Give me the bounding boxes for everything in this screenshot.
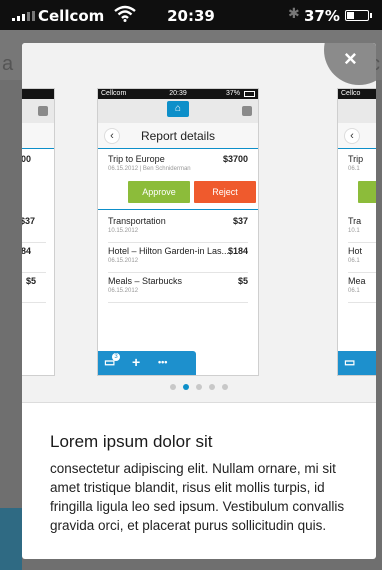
preview-title: Report details: [140, 129, 216, 143]
item-date: 06.1: [348, 258, 360, 264]
comments-badge: 3: [112, 353, 120, 361]
report-name: Trip to Europe: [108, 154, 165, 164]
action-bar: ▭: [338, 351, 376, 375]
item-name: Trip: [348, 154, 364, 164]
bluetooth-icon: ✱: [288, 6, 300, 22]
preview-phone-current[interactable]: Cellcom 20:39 37% ⌂ ‹ Report details Tri…: [98, 89, 258, 375]
more-button[interactable]: •••: [158, 354, 167, 370]
background-panel: [0, 508, 22, 570]
item-name: Hotel – Hilton Garden-in Las...: [108, 246, 230, 256]
background-text-left: a: [2, 53, 14, 75]
amount: $37: [22, 216, 36, 226]
pager-dot[interactable]: [222, 384, 228, 390]
close-icon: ×: [344, 46, 357, 71]
report-meta: 06.15.2012 | Ben Schniderman: [108, 166, 191, 172]
approve-button: [358, 181, 376, 203]
preview-phone-previous[interactable]: 7% 700 $37 184 $5: [22, 89, 54, 375]
modal-heading: Lorem ipsum dolor sit: [50, 432, 213, 451]
divider: [98, 209, 258, 210]
archive-icon[interactable]: [242, 106, 252, 116]
amount: 184: [22, 246, 32, 256]
item-amount: $184: [227, 246, 248, 256]
home-icon[interactable]: ⌂: [167, 101, 189, 117]
pager-dots[interactable]: [22, 384, 376, 390]
amount: $5: [26, 276, 37, 286]
pager-dot[interactable]: [170, 384, 176, 390]
report-amount: $3700: [222, 154, 248, 164]
item-name: Tra: [348, 216, 362, 226]
item-name: Hot: [348, 246, 363, 256]
archive-icon: [38, 106, 48, 116]
item-amount: $5: [237, 276, 248, 286]
item-date: 06.15.2012: [108, 258, 139, 264]
report-summary: Trip to Europe $3700 06.15.2012 | Ben Sc…: [108, 151, 248, 181]
screenshot-carousel[interactable]: 7% 700 $37 184 $5 Cellcom 20:39 37% ⌂ ‹ …: [22, 43, 376, 403]
comments-icon: ▭: [344, 355, 356, 369]
list-item[interactable]: Hotel – Hilton Garden-in Las... $184 06.…: [108, 243, 248, 273]
list-item[interactable]: Meals – Starbucks $5 06.15.2012: [108, 273, 248, 303]
item-date: 06.15.2012: [108, 288, 139, 294]
item-date: 06.1: [348, 166, 360, 172]
battery-icon: [345, 10, 372, 21]
item-amount: $37: [232, 216, 248, 226]
item-date: 10.1: [348, 228, 360, 234]
status-bar: Cellcom 20:39 ✱ 37%: [0, 0, 382, 30]
item-date: 06.1: [348, 288, 360, 294]
battery-percent: 37%: [304, 7, 340, 25]
reject-button[interactable]: Reject: [194, 181, 256, 203]
battery-icon: [244, 91, 255, 97]
pager-dot[interactable]: [196, 384, 202, 390]
add-button[interactable]: +: [132, 354, 140, 370]
preview-phone-next[interactable]: Cellco ‹ Trip 06.1 Tra 10.1 Hot 06.1 Mea 06.…: [338, 89, 376, 375]
item-name: Transportation: [108, 216, 166, 226]
back-button: ‹: [344, 128, 360, 144]
modal-body-text: consectetur adipiscing elit. Nullam orna…: [50, 461, 345, 533]
item-name: Mea: [348, 276, 366, 286]
tutorial-modal: 7% 700 $37 184 $5 Cellcom 20:39 37% ⌂ ‹ …: [22, 43, 376, 559]
item-name: Meals – Starbucks: [108, 276, 183, 286]
pager-dot[interactable]: [209, 384, 215, 390]
list-item[interactable]: Transportation $37 10.15.2012: [108, 213, 248, 243]
item-date: 10.15.2012: [108, 228, 139, 234]
action-bar: ▭ 3 + •••: [98, 351, 196, 375]
approve-button[interactable]: Approve: [128, 181, 190, 203]
amount: 700: [22, 154, 32, 164]
preview-carrier: Cellco: [341, 90, 361, 97]
preview-battery: 37%: [225, 90, 240, 97]
pager-dot-active[interactable]: [183, 384, 189, 390]
